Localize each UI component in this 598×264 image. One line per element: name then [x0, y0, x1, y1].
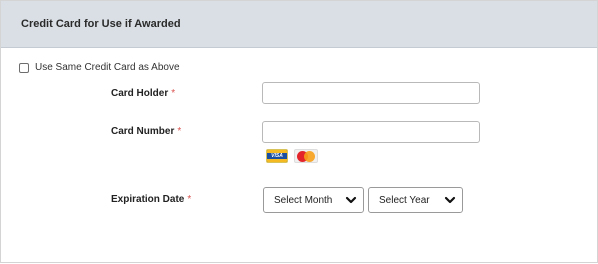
section-header: Credit Card for Use if Awarded	[1, 1, 597, 48]
required-marker: *	[171, 88, 176, 99]
mastercard-card-icon	[294, 149, 318, 163]
card-holder-label-text: Card Holder	[111, 88, 169, 99]
expiration-month-select[interactable]: Select Month	[263, 187, 364, 213]
same-card-checkbox[interactable]	[19, 62, 29, 73]
expiration-year-select[interactable]: Select Year	[368, 187, 463, 213]
expiration-label: Expiration Date *	[111, 194, 191, 205]
chevron-down-icon	[345, 196, 357, 204]
card-number-label: Card Number *	[111, 126, 181, 137]
card-holder-label: Card Holder *	[111, 88, 175, 99]
card-number-label-text: Card Number	[111, 126, 175, 137]
visa-card-icon: VISA	[266, 149, 288, 163]
accepted-cards: VISA	[266, 149, 318, 163]
panel-divider	[0, 262, 598, 263]
month-select-value: Select Month	[274, 194, 333, 206]
card-number-input[interactable]	[262, 121, 480, 143]
section-title: Credit Card for Use if Awarded	[21, 18, 181, 30]
same-card-label: Use Same Credit Card as Above	[35, 62, 180, 73]
required-marker: *	[187, 194, 192, 205]
year-select-value: Select Year	[379, 194, 430, 206]
required-marker: *	[177, 126, 182, 137]
chevron-down-icon	[444, 196, 456, 204]
card-holder-input[interactable]	[262, 82, 480, 104]
same-card-option[interactable]: Use Same Credit Card as Above	[19, 62, 180, 73]
expiration-label-text: Expiration Date	[111, 194, 185, 205]
